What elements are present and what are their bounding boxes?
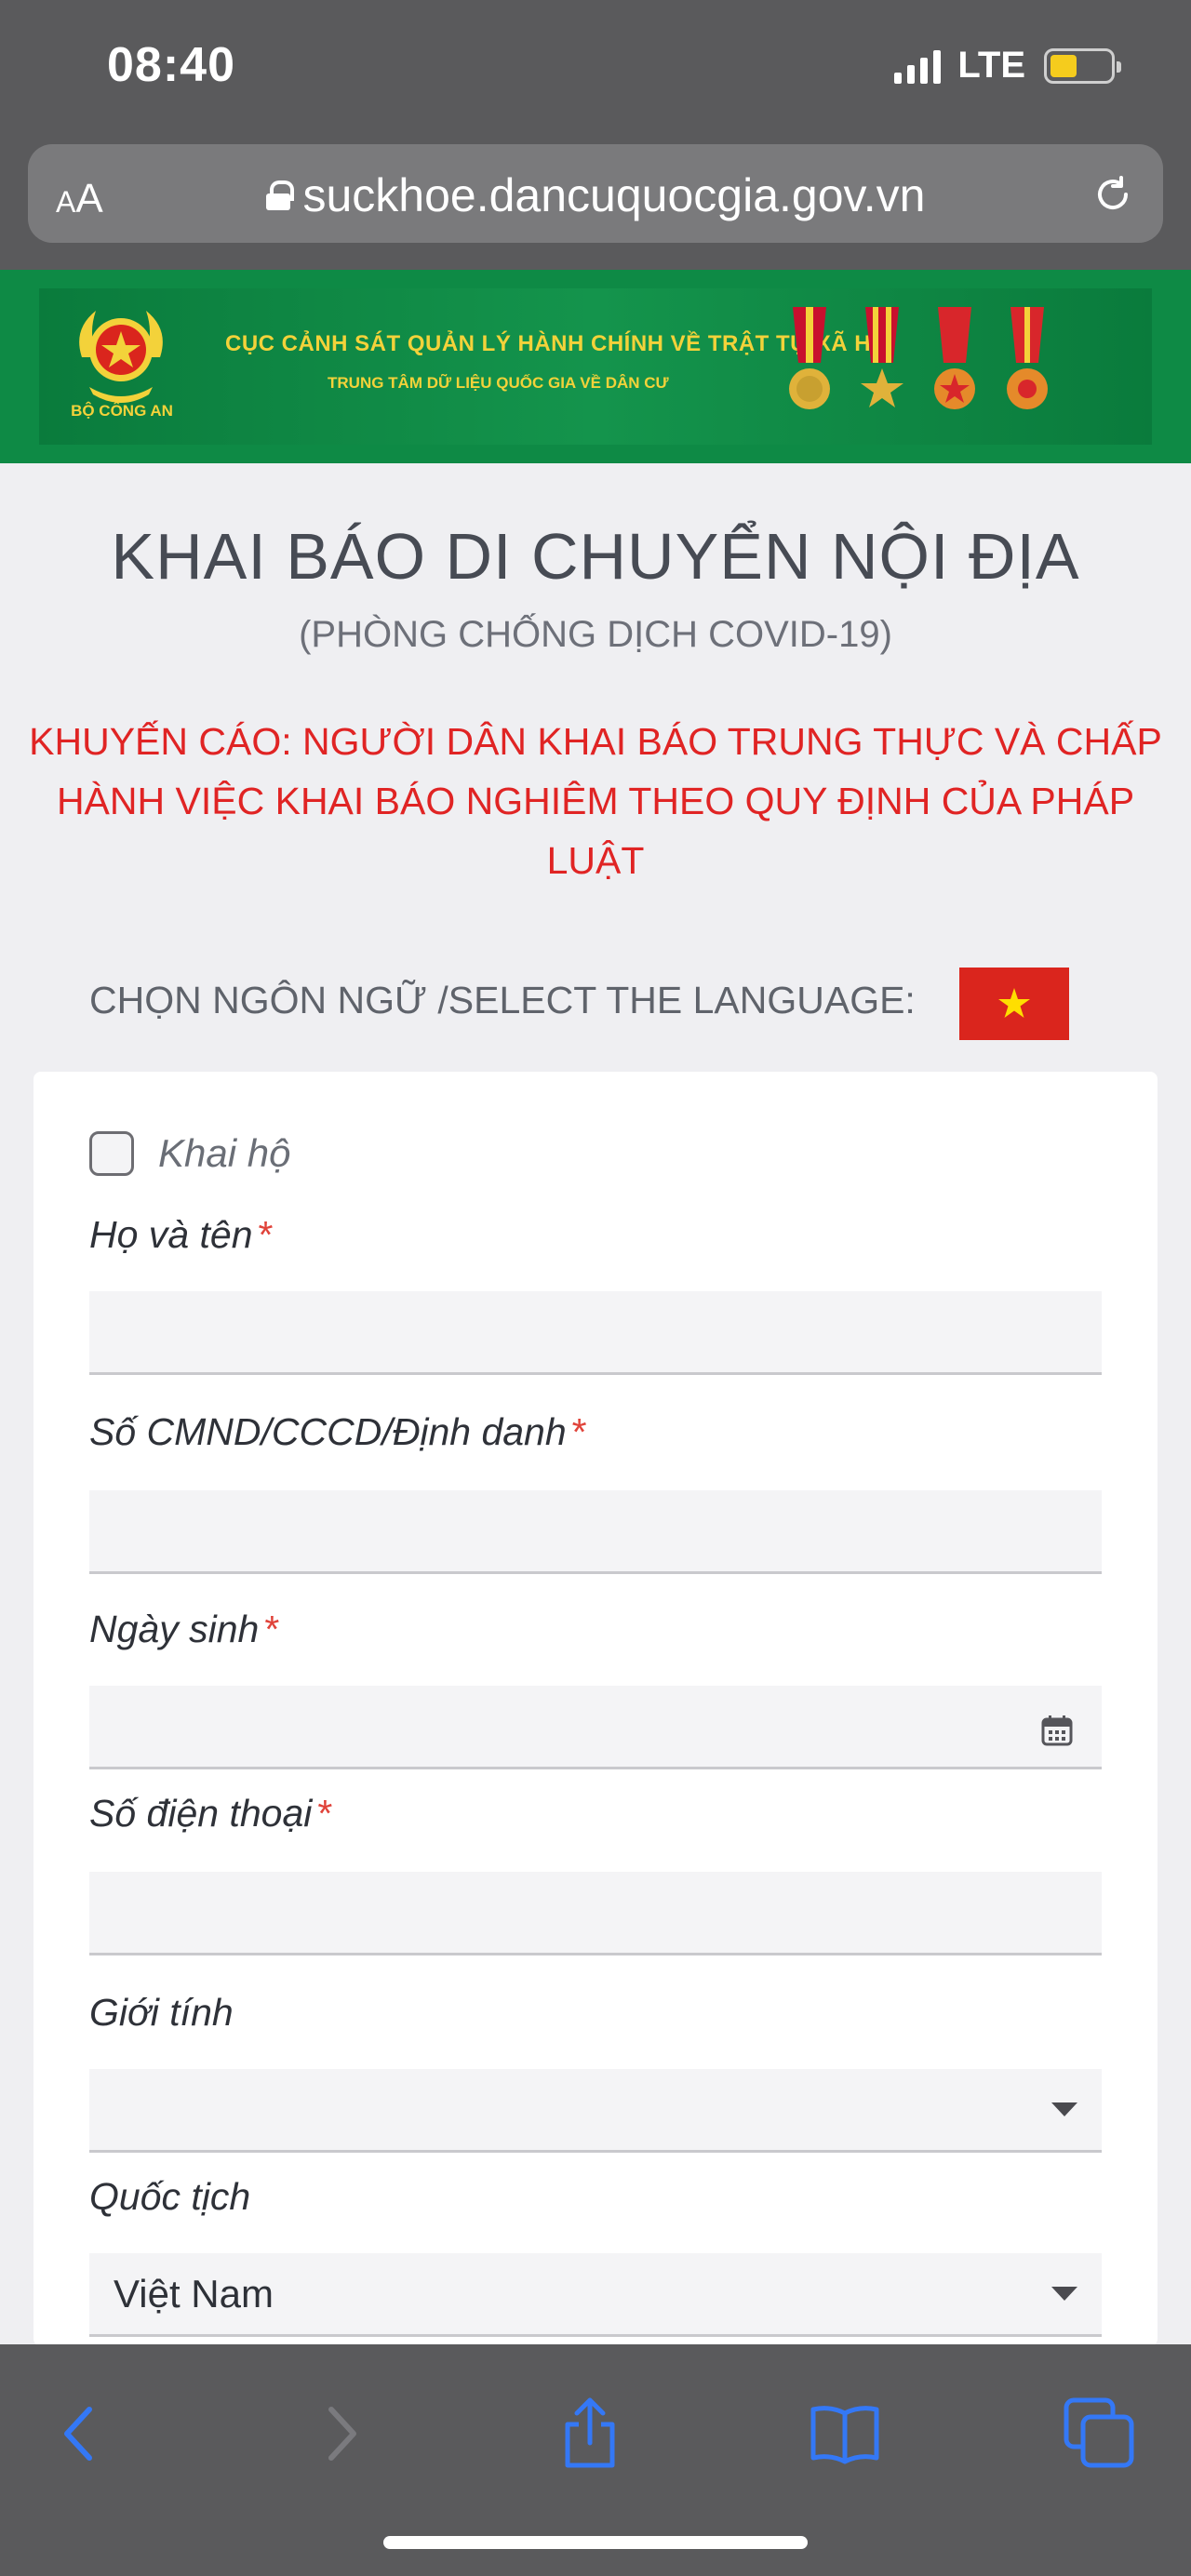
- proxy-declaration-row[interactable]: Khai hộ: [89, 1128, 290, 1180]
- warning-notice: KHUYẾN CÁO: NGƯỜI DÂN KHAI BÁO TRUNG THỰ…: [29, 720, 1162, 882]
- medal-icon: [789, 307, 830, 409]
- home-indicator: [383, 2536, 808, 2549]
- medal-icon: [861, 307, 903, 407]
- medal-icon: [934, 307, 975, 409]
- nationality-label: Quốc tịch: [89, 2175, 251, 2218]
- banner-center: TRUNG TÂM DỮ LIỆU QUỐC GIA VỀ DÂN CƯ: [328, 374, 669, 392]
- address-bar[interactable]: AA suckhoe.dancuquocgia.gov.vn: [28, 144, 1163, 243]
- id-number-input[interactable]: [89, 1490, 1102, 1574]
- page-title: KHAI BÁO DI CHUYỂN NỘI ĐỊA: [111, 520, 1080, 593]
- phone-input[interactable]: [89, 1872, 1102, 1955]
- banner-panel: BỘ CÔNG AN CỤC CẢNH SÁT QUẢN LÝ HÀNH CHÍ…: [39, 288, 1152, 445]
- language-label: CHỌN NGÔN NGỮ /SELECT THE LANGUAGE:: [89, 979, 916, 1021]
- battery-icon: [1044, 47, 1121, 84]
- bookmarks-icon[interactable]: [808, 2396, 882, 2471]
- emblem-caption: BỘ CÔNG AN: [71, 402, 173, 420]
- url-display[interactable]: suckhoe.dancuquocgia.gov.vn: [28, 168, 1163, 222]
- calendar-icon[interactable]: [1040, 1714, 1074, 1747]
- full-name-label: Họ và tên *: [89, 1213, 274, 1256]
- gender-select[interactable]: [89, 2069, 1102, 2153]
- battery-level: [1050, 54, 1077, 77]
- url-text: suckhoe.dancuquocgia.gov.vn: [302, 169, 926, 221]
- browser-toolbar: [0, 2344, 1191, 2576]
- nationality-select[interactable]: Việt Nam: [89, 2253, 1102, 2337]
- network-label: LTE: [957, 45, 1025, 86]
- police-emblem-icon: [79, 311, 163, 403]
- browser-address-area: AA suckhoe.dancuquocgia.gov.vn: [0, 135, 1191, 270]
- page-subtitle: (PHÒNG CHỐNG DỊCH COVID-19): [299, 614, 892, 655]
- lock-icon: [265, 180, 294, 210]
- reload-icon[interactable]: [1091, 172, 1135, 217]
- proxy-label: Khai hộ: [158, 1131, 291, 1175]
- tabs-icon[interactable]: [1063, 2396, 1137, 2471]
- status-time: 08:40: [107, 38, 235, 92]
- vietnam-flag-icon[interactable]: [959, 968, 1069, 1040]
- dropdown-arrow-icon: [1051, 2287, 1077, 2301]
- dob-label: Ngày sinh *: [89, 1608, 280, 1650]
- full-name-input[interactable]: [89, 1291, 1102, 1375]
- phone-label: Số điện thoại *: [89, 1792, 333, 1835]
- site-banner: BỘ CÔNG AN CỤC CẢNH SÁT QUẢN LÝ HÀNH CHÍ…: [0, 270, 1191, 463]
- dropdown-arrow-icon: [1051, 2102, 1077, 2116]
- medals-group: [783, 307, 1053, 419]
- status-bar: 08:40 LTE: [0, 0, 1191, 135]
- gender-label: Giới tính: [89, 1991, 234, 2034]
- medal-icon: [1007, 307, 1048, 409]
- signal-icon: [894, 48, 942, 84]
- id-number-label: Số CMND/CCCD/Định danh *: [89, 1410, 587, 1453]
- status-indicators: LTE: [894, 45, 1121, 87]
- nationality-value: Việt Nam: [114, 2272, 274, 2316]
- dob-input[interactable]: [89, 1686, 1102, 1769]
- declaration-form: Khai hộ Họ và tên * Số CMND/CCCD/Định dan…: [33, 1072, 1158, 2346]
- back-icon[interactable]: [43, 2396, 117, 2471]
- language-selector: CHỌN NGÔN NGỮ /SELECT THE LANGUAGE:: [89, 968, 1113, 1040]
- proxy-checkbox[interactable]: [89, 1131, 134, 1176]
- forward-icon[interactable]: [303, 2396, 378, 2471]
- share-icon[interactable]: [553, 2396, 627, 2471]
